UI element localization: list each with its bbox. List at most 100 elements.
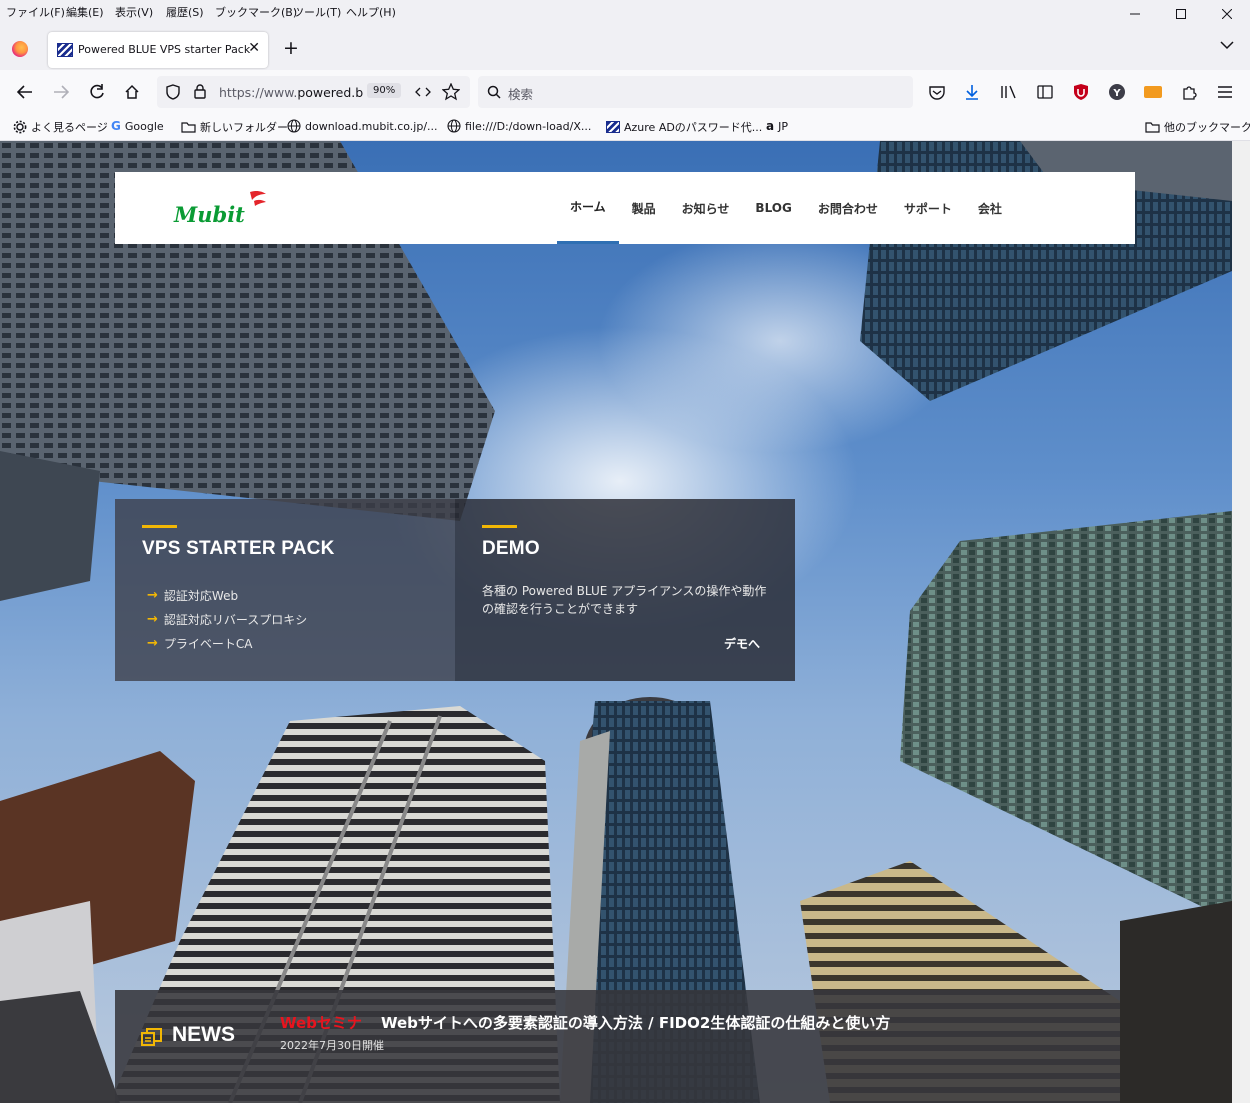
bookmark-other[interactable]: 他のブックマーク — [1145, 119, 1250, 135]
lock-icon[interactable] — [194, 84, 206, 99]
bookmark-azure-ad[interactable]: Azure ADのパスワード代... — [606, 119, 762, 135]
globe-icon — [447, 119, 461, 133]
search-input[interactable]: 検索 — [508, 84, 533, 103]
maximize-button[interactable] — [1158, 2, 1204, 26]
bookmark-file[interactable]: file:///D:/down-load/X... — [447, 119, 591, 133]
bookmark-label: file:///D:/down-load/X... — [465, 119, 592, 133]
url-domain: powered.b — [297, 85, 364, 100]
sidebar-icon[interactable] — [1035, 82, 1055, 102]
bookmark-most-visited[interactable]: よく見るページ — [13, 119, 108, 135]
folder-icon — [181, 122, 196, 133]
url-prefix: https://www. — [219, 85, 298, 100]
forward-arrow-icon — [54, 85, 69, 99]
firefox-icon[interactable] — [12, 41, 28, 57]
nav-blog[interactable]: BLOG — [742, 172, 804, 244]
demo-title[interactable]: DEMO — [482, 538, 540, 560]
minimize-button[interactable] — [1112, 2, 1158, 26]
zoom-level-badge[interactable]: 90% — [367, 83, 402, 98]
extensions-icon[interactable] — [1179, 82, 1199, 102]
news-category-tag[interactable]: Webセミナ — [280, 1012, 362, 1033]
close-icon — [1222, 9, 1232, 19]
nav-home[interactable]: ホーム — [557, 172, 619, 244]
back-button[interactable] — [14, 81, 36, 103]
menu-view[interactable]: 表示(V) — [115, 4, 153, 20]
accent-bar — [142, 525, 177, 528]
arrow-right-icon: → — [147, 611, 158, 627]
nav-support[interactable]: サポート — [891, 172, 965, 244]
nav-products[interactable]: 製品 — [619, 172, 669, 244]
reload-button[interactable] — [86, 81, 108, 103]
chevron-down-icon[interactable] — [1220, 40, 1234, 50]
forward-button[interactable] — [50, 81, 72, 103]
close-window-button[interactable] — [1204, 2, 1250, 26]
tab-title: Powered BLUE VPS starter Pack — [78, 43, 251, 56]
menu-bar: ファイル(F) 編集(E) 表示(V) 履歴(S) ブックマーク(B) ツール(… — [0, 0, 1250, 26]
bookmark-download-mubit[interactable]: download.mubit.co.jp/... — [287, 119, 438, 133]
arrow-right-icon: → — [147, 635, 158, 651]
list-item[interactable]: → 認証対応Web — [147, 583, 307, 607]
menu-file[interactable]: ファイル(F) — [6, 4, 65, 20]
menu-tools[interactable]: ツール(T) — [293, 4, 341, 20]
svg-text:Y: Y — [1112, 88, 1121, 99]
main-nav: ホーム 製品 お知らせ BLOG お問合わせ サポート 会社 — [557, 172, 1015, 244]
menu-bookmarks[interactable]: ブックマーク(B) — [215, 4, 297, 20]
search-icon — [487, 85, 501, 99]
news-label: NEWS — [172, 1023, 235, 1046]
url-text[interactable]: https://www.powered.b — [219, 85, 365, 100]
bookmark-label: 他のブックマーク — [1164, 121, 1250, 134]
url-bar[interactable]: https://www.powered.b 90% — [157, 76, 470, 108]
menu-edit[interactable]: 編集(E) — [66, 4, 104, 20]
y-extension-icon[interactable]: Y — [1107, 82, 1127, 102]
maximize-icon — [1176, 9, 1186, 19]
page-viewport: Mubit ホーム 製品 お知らせ BLOG お問合わせ サポート 会社 VPS… — [0, 141, 1232, 1103]
menu-help[interactable]: ヘルプ(H) — [346, 4, 396, 20]
google-icon: G — [111, 119, 121, 133]
list-item-label: 認証対応Web — [163, 588, 239, 603]
arrow-right-icon: → — [147, 587, 158, 603]
bookmarks-bar: よく見るページ G Google 新しいフォルダー download.mubit… — [0, 114, 1250, 141]
vps-feature-list: → 認証対応Web → 認証対応リバースプロキシ → プライベートCA — [147, 583, 307, 655]
home-button[interactable] — [121, 81, 143, 103]
back-arrow-icon — [17, 85, 32, 99]
bookmark-google[interactable]: G Google — [111, 119, 164, 133]
svg-text:Mubit: Mubit — [173, 202, 245, 227]
mubit-logo[interactable]: Mubit — [170, 188, 270, 228]
bookmark-new-folder[interactable]: 新しいフォルダー — [181, 119, 288, 135]
shield-icon[interactable] — [166, 84, 180, 100]
download-icon[interactable] — [962, 82, 982, 102]
nav-contact[interactable]: お問合わせ — [805, 172, 891, 244]
demo-panel: DEMO 各種の Powered BLUE アプライアンスの操作や動作の確認を行… — [455, 499, 795, 681]
hamburger-menu-icon[interactable] — [1215, 82, 1235, 102]
pocket-icon[interactable] — [927, 82, 947, 102]
nav-company[interactable]: 会社 — [965, 172, 1015, 244]
globe-icon — [287, 119, 301, 133]
news-headline[interactable]: Webサイトへの多要素認証の導入方法 / FIDO2生体認証の仕組みと使い方 — [381, 1012, 890, 1033]
nav-bar: https://www.powered.b 90% 検索 Y — [0, 70, 1250, 114]
vps-title[interactable]: VPS STARTER PACK — [142, 538, 335, 560]
bookmark-amazon-jp[interactable]: a JP — [766, 119, 788, 133]
news-date: 2022年7月30日開催 — [280, 1039, 384, 1052]
demo-link[interactable]: デモへ — [724, 635, 760, 652]
list-item-label: プライベートCA — [163, 636, 253, 651]
library-icon[interactable] — [999, 82, 1019, 102]
minimize-icon — [1130, 13, 1140, 15]
nav-news[interactable]: お知らせ — [669, 172, 743, 244]
demo-description: 各種の Powered BLUE アプライアンスの操作や動作の確認を行うことがで… — [482, 584, 767, 616]
bookmark-label: Azure ADのパスワード代... — [624, 121, 763, 134]
bookmark-star-icon[interactable] — [442, 83, 460, 101]
menu-history[interactable]: 履歴(S) — [166, 4, 204, 20]
news-strip: NEWS Webセミナ Webサイトへの多要素認証の導入方法 / FIDO2生体… — [115, 990, 1120, 1103]
tab-active[interactable]: Powered BLUE VPS starter Pack ✕ — [48, 32, 268, 68]
saml-extension-icon[interactable] — [1143, 82, 1163, 102]
bookmark-label: よく見るページ — [31, 121, 108, 134]
search-bar[interactable]: 検索 — [478, 76, 913, 108]
page-scrollbar[interactable] — [1232, 141, 1250, 1103]
ublock-shield-icon[interactable] — [1071, 82, 1091, 102]
code-icon[interactable] — [415, 86, 431, 98]
list-item[interactable]: → プライベートCA — [147, 631, 307, 655]
bookmark-label: Google — [124, 119, 164, 133]
tab-bar: Powered BLUE VPS starter Pack ✕ + — [0, 26, 1250, 70]
tab-close-icon[interactable]: ✕ — [248, 40, 260, 56]
new-tab-button[interactable]: + — [283, 38, 299, 58]
list-item[interactable]: → 認証対応リバースプロキシ — [147, 607, 307, 631]
